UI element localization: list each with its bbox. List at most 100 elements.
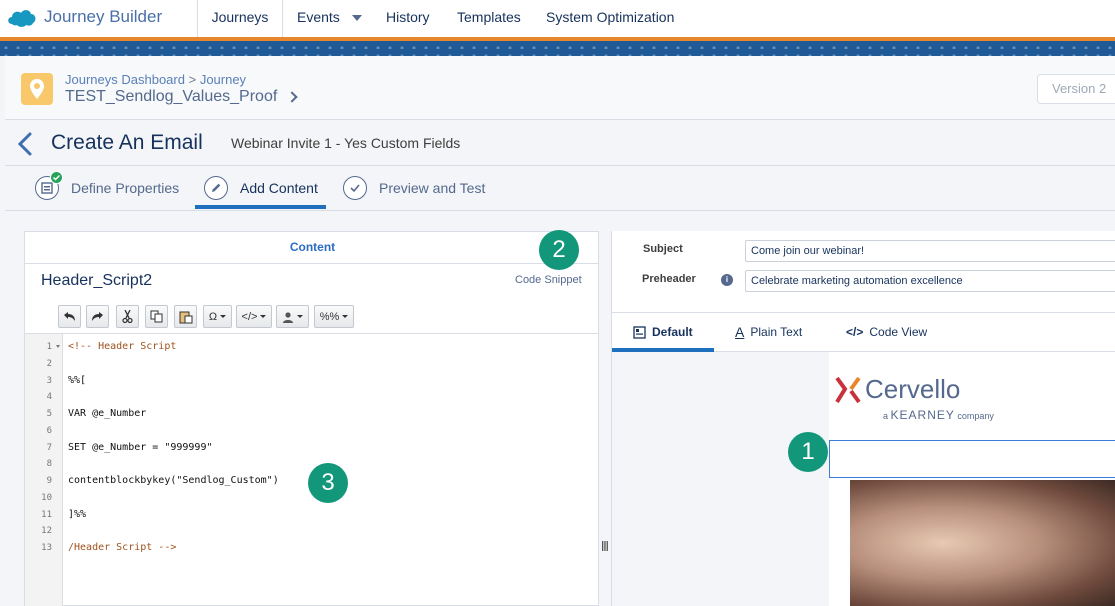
ampscript-button[interactable]: %% <box>314 305 354 328</box>
chevron-down-icon <box>297 315 303 318</box>
tab-events[interactable]: Events <box>297 0 362 37</box>
logo-wordmark: Cervello <box>865 374 961 404</box>
line-number: 3 <box>46 376 52 386</box>
journey-location-icon <box>21 73 53 105</box>
tab-plain-text[interactable]: A Plain Text <box>735 313 802 351</box>
line-number: 8 <box>46 459 52 469</box>
content-block-type: Code Snippet <box>515 274 582 286</box>
selected-content-block[interactable] <box>829 440 1115 478</box>
cut-button[interactable] <box>116 305 139 328</box>
code-button[interactable]: </> <box>236 305 272 328</box>
line-number: 12 <box>41 526 52 536</box>
step-define-properties[interactable]: Define Properties <box>35 166 179 210</box>
tab-code-view[interactable]: </> Code View <box>846 313 927 351</box>
chevron-right-icon <box>286 91 298 103</box>
tab-label: Templates <box>457 9 521 25</box>
logo-sub-brand: KEARNEY <box>890 408 955 422</box>
copy-button[interactable] <box>145 305 168 328</box>
journey-name[interactable]: TEST_Sendlog_Values_Proof <box>65 88 298 106</box>
paste-icon <box>179 311 192 323</box>
tab-label: Default <box>652 325 693 339</box>
header-pattern <box>0 41 1115 56</box>
tab-label: System Optimization <box>546 9 675 25</box>
code-line: /Header Script --> <box>68 542 177 553</box>
line-number: 7 <box>46 443 52 453</box>
callout-3: 3 <box>308 463 348 503</box>
fold-arrow-icon <box>56 345 60 348</box>
hero-image[interactable] <box>850 480 1115 606</box>
step-label: Preview and Test <box>379 180 486 196</box>
email-name: Webinar Invite 1 - Yes Custom Fields <box>231 135 461 151</box>
journey-header: Journeys Dashboard > Journey TEST_Sendlo… <box>5 56 1115 120</box>
layout-icon <box>633 325 646 339</box>
scissors-icon <box>122 310 133 323</box>
step-navigation: Define Properties Add Content Preview an… <box>5 166 1115 211</box>
code-line: VAR @e_Number <box>68 408 147 419</box>
tab-system-optimization[interactable]: System Optimization <box>546 0 674 37</box>
back-button[interactable] <box>15 131 35 162</box>
undo-icon <box>64 312 75 321</box>
chevron-down-icon <box>342 315 349 318</box>
code-line: ]%% <box>68 509 87 520</box>
tab-label: Journeys <box>211 9 269 25</box>
activity-header: Create An Email Webinar Invite 1 - Yes C… <box>5 121 1115 166</box>
tab-history[interactable]: History <box>386 0 430 37</box>
preheader-field[interactable]: Celebrate marketing automation excellenc… <box>745 270 1115 292</box>
undo-button[interactable] <box>58 305 81 328</box>
checkmark-icon <box>343 176 367 200</box>
step-add-content[interactable]: Add Content <box>204 166 318 210</box>
editor-toolbar: Ω </> %% <box>25 298 598 334</box>
panel-splitter[interactable] <box>599 231 611 606</box>
subject-field[interactable]: Come join our webinar! <box>745 240 1115 262</box>
content-block-name: Header_Script2 <box>41 272 153 289</box>
app-brand[interactable]: Journey Builder <box>6 6 162 28</box>
version-button[interactable]: Version 2 <box>1037 74 1115 104</box>
omega-icon: Ω <box>208 310 218 323</box>
chevron-left-icon <box>17 132 32 156</box>
breadcrumb-dashboard-link[interactable]: Journeys Dashboard <box>65 72 185 87</box>
tab-label: Code View <box>869 325 928 339</box>
tab-default[interactable]: Default <box>633 313 693 351</box>
code-line: contentblockbykey("Sendlog_Custom") <box>68 475 279 486</box>
line-number: 4 <box>46 392 52 402</box>
journey-name-text: TEST_Sendlog_Values_Proof <box>65 88 278 105</box>
redo-button[interactable] <box>86 305 109 328</box>
check-icon <box>50 171 63 184</box>
code-line: <!-- Header Script <box>68 341 177 352</box>
line-number: 13 <box>41 543 52 553</box>
line-number-gutter: 1 2 3 4 5 6 7 8 9 10 11 12 13 <box>25 334 63 606</box>
tab-label: Plain Text <box>750 325 803 339</box>
email-canvas-area: Cervello a KEARNEY company <box>612 352 1115 606</box>
tab-journeys[interactable]: Journeys <box>197 0 283 37</box>
email-canvas: Cervello a KEARNEY company <box>829 352 1115 606</box>
line-number: 9 <box>46 476 52 486</box>
code-line: SET @e_Number = "999999" <box>68 442 213 453</box>
redo-icon <box>92 312 103 321</box>
tab-templates[interactable]: Templates <box>457 0 521 37</box>
page-title: Create An Email <box>51 131 203 154</box>
top-navigation: Journey Builder Journeys Events History … <box>0 0 1115 37</box>
view-tabs: Default A Plain Text </> Code View <box>612 312 1115 352</box>
chevron-down-icon <box>260 315 267 318</box>
line-number: 11 <box>41 510 52 520</box>
line-number: 10 <box>41 493 52 503</box>
active-step-indicator <box>195 205 326 209</box>
ampscript-icon: %% <box>319 310 340 323</box>
line-number: 6 <box>46 426 52 436</box>
code-icon: </> <box>241 310 258 323</box>
breadcrumb-separator: > <box>188 72 197 87</box>
step-label: Define Properties <box>71 180 180 196</box>
cervello-logo: Cervello <box>835 374 960 405</box>
special-character-button[interactable]: Ω <box>203 305 232 328</box>
app-title: Journey Builder <box>44 7 163 26</box>
code-icon: </> <box>846 325 864 339</box>
breadcrumb: Journeys Dashboard > Journey <box>65 72 246 87</box>
paste-button[interactable] <box>174 305 197 328</box>
info-icon[interactable]: i <box>721 274 733 286</box>
chevron-down-icon <box>220 315 227 318</box>
line-number: 5 <box>46 409 52 419</box>
tab-label: History <box>386 9 430 25</box>
personalization-button[interactable] <box>276 305 309 328</box>
callout-2: 2 <box>539 230 579 270</box>
step-preview-and-test[interactable]: Preview and Test <box>343 166 485 210</box>
